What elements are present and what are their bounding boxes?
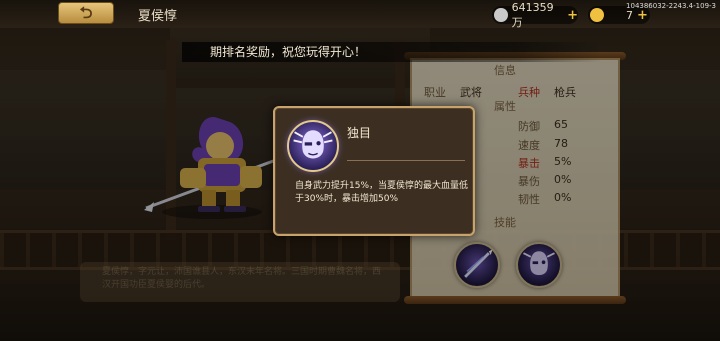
build-id: 104386032-2243.4-109-3 xyxy=(626,2,716,10)
gold-ingot-icon xyxy=(590,8,604,22)
skill-description: 自身武力提升15%，当夏侯惇的最大血量低于30%时，暴击增加50% xyxy=(295,181,469,204)
top-bar: ⮌ 夏侯惇 641359万 + 7 + 104386032-2243.4-109… xyxy=(0,0,720,29)
one-eye-warrior-icon xyxy=(287,120,339,172)
skill-tooltip: 独目 自身武力提升15%，当夏侯惇的最大血量低于30%时，暴击增加50% xyxy=(273,106,475,236)
divider xyxy=(347,160,465,161)
back-arrow-icon: ⮌ xyxy=(79,3,93,22)
announcement-banner: 期排名奖励，祝您玩得开心！ xyxy=(182,42,602,62)
gem-value: 7 xyxy=(626,8,633,22)
gold-counter: 641359万 + xyxy=(492,1,578,29)
plus-icon[interactable]: + xyxy=(567,8,578,23)
silver-coin-icon xyxy=(494,8,508,22)
page-title: 夏侯惇 xyxy=(138,9,178,24)
gold-value: 641359万 xyxy=(511,0,554,29)
back-button[interactable]: ⮌ xyxy=(58,2,114,24)
skill-name: 独目 xyxy=(347,126,372,140)
